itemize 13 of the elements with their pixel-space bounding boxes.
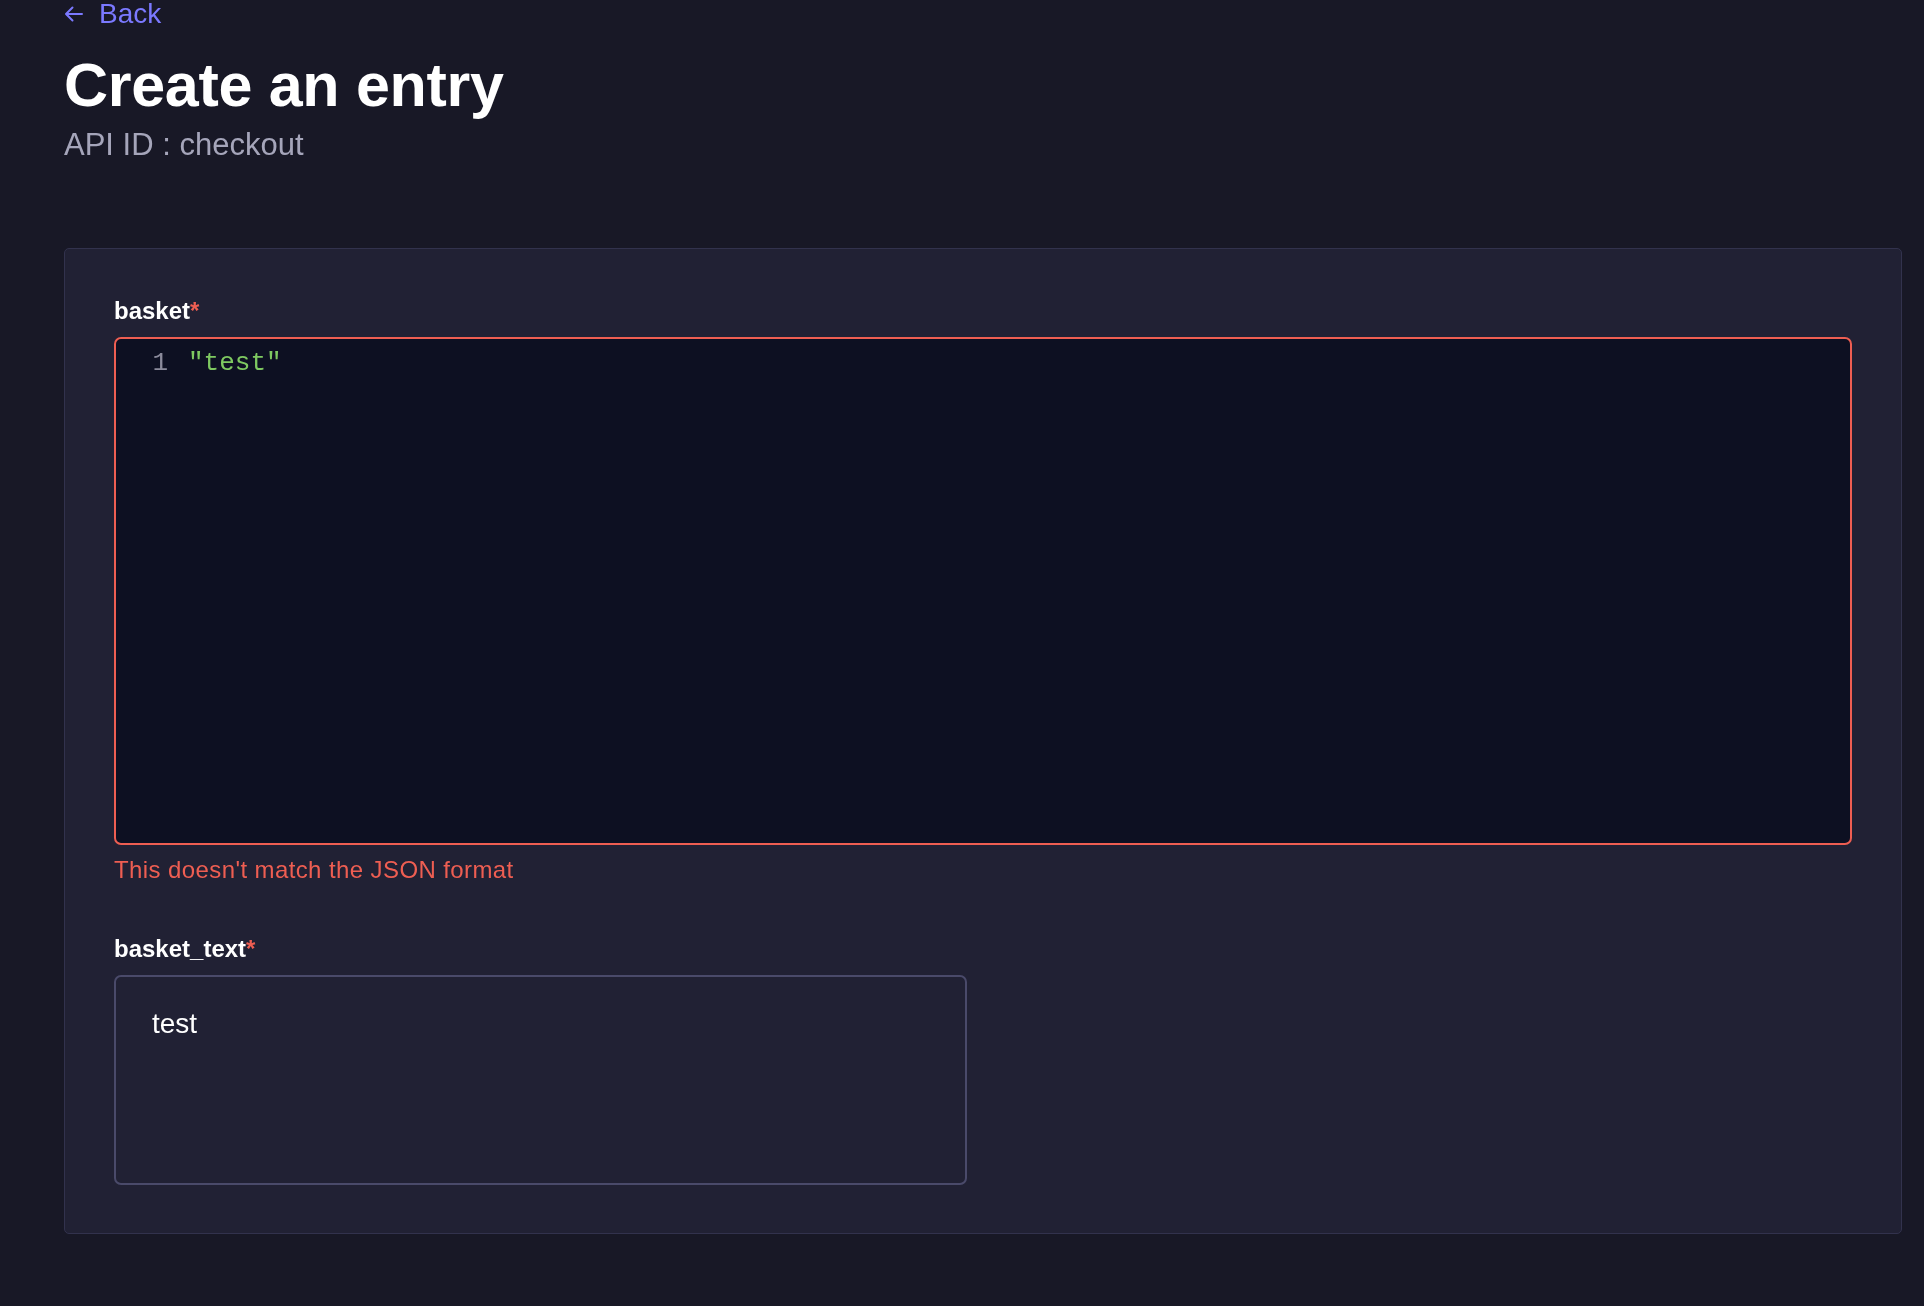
required-mark: *: [246, 935, 256, 963]
field-label: basket_text: [114, 935, 247, 963]
code-text: "test": [188, 347, 282, 380]
line-number: 1: [152, 347, 168, 380]
back-link[interactable]: Back: [64, 0, 162, 28]
field-label: basket: [114, 297, 191, 325]
left-arrow-icon: [64, 6, 83, 22]
page-title: Create an entry: [64, 50, 504, 120]
error-message: This doesn't match the JSON format: [114, 856, 514, 884]
code-editor[interactable]: 1 "test": [114, 337, 1852, 845]
required-mark: *: [190, 297, 200, 325]
api-id-text: API ID : checkout: [64, 126, 304, 163]
text-area[interactable]: test: [114, 975, 967, 1185]
